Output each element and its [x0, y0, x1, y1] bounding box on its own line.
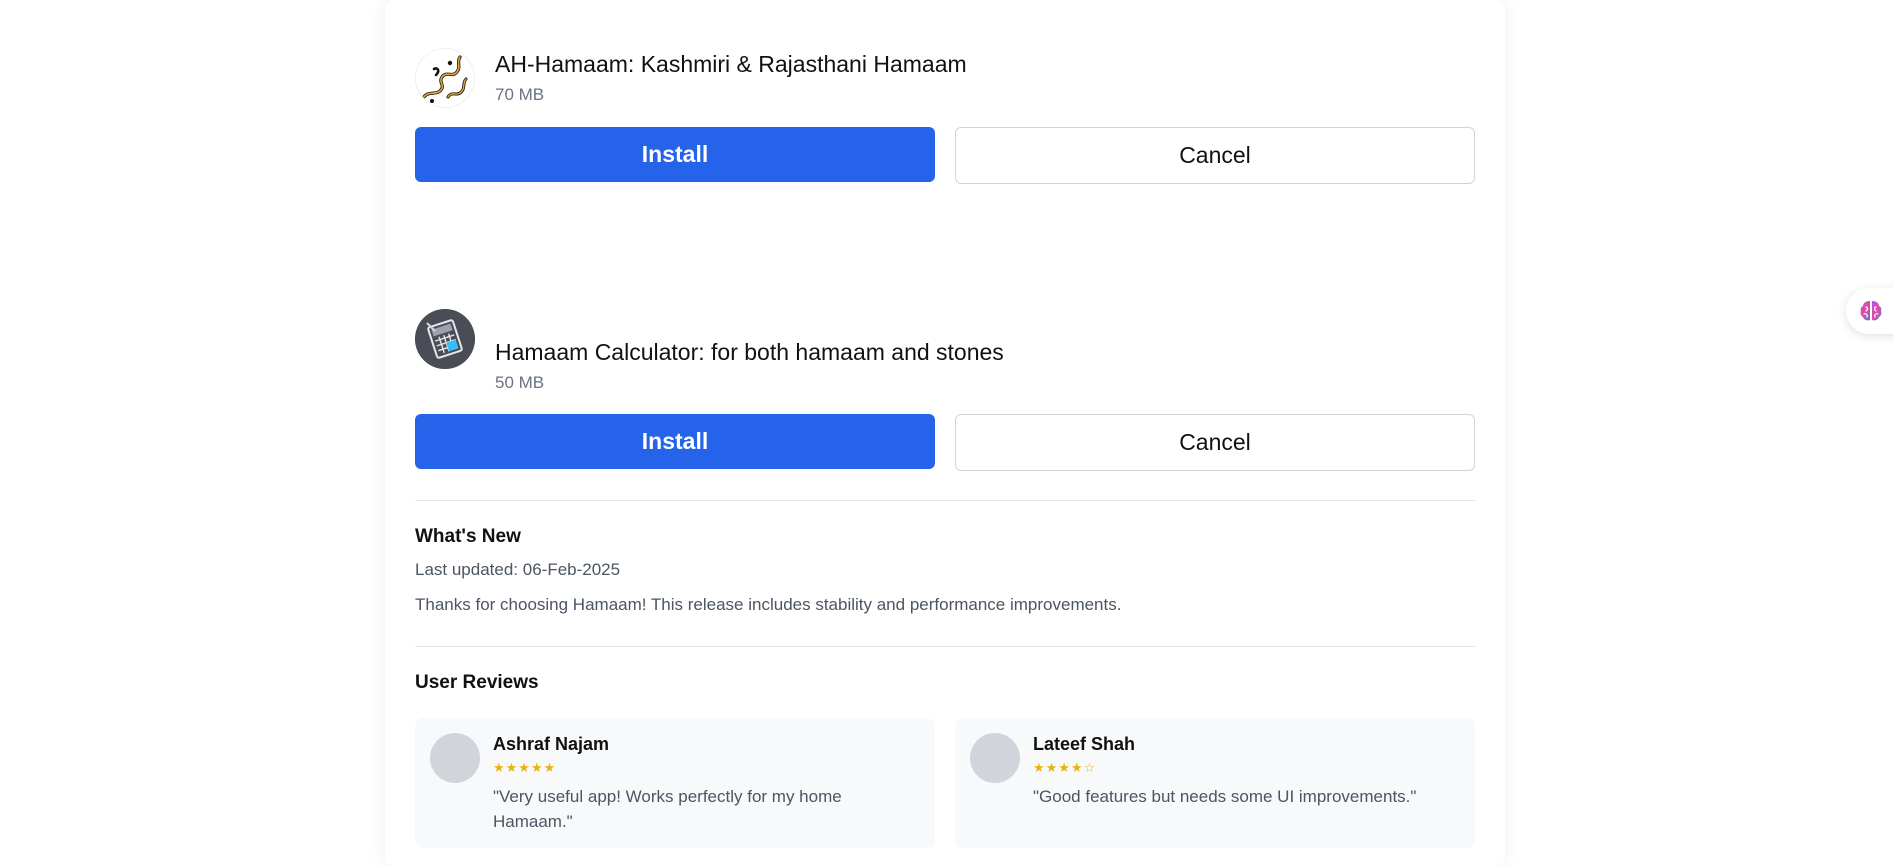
review-card: Lateef Shah ★★★★☆ "Good features but nee… — [955, 718, 1475, 848]
app-header: AH-Hamaam: Kashmiri & Rajasthani Hamaam … — [415, 48, 1476, 110]
user-reviews-title: User Reviews — [415, 672, 539, 693]
divider — [415, 646, 1476, 647]
calculator-logo-icon — [415, 309, 475, 369]
calligraphy-logo-icon — [415, 48, 475, 108]
app-title: AH-Hamaam: Kashmiri & Rajasthani Hamaam — [495, 51, 967, 77]
reviewer-name: Lateef Shah — [1033, 734, 1136, 754]
star-rating: ★★★★☆ — [1033, 760, 1097, 775]
cancel-button[interactable]: Cancel — [955, 127, 1475, 184]
install-button[interactable]: Install — [415, 414, 935, 469]
whats-new-title: What's New — [415, 526, 521, 547]
review-text: "Good features but needs some UI improve… — [1033, 787, 1417, 806]
install-button[interactable]: Install — [415, 127, 935, 182]
app-size: 70 MB — [495, 85, 545, 104]
app-size: 50 MB — [495, 373, 545, 392]
brain-icon — [1858, 298, 1884, 324]
app-details-card: AH-Hamaam: Kashmiri & Rajasthani Hamaam … — [385, 0, 1505, 866]
reviewer-name: Ashraf Najam — [493, 734, 610, 754]
divider — [415, 500, 1476, 501]
review-text: "Very useful app! Works perfectly for my… — [493, 787, 842, 831]
cancel-button[interactable]: Cancel — [955, 414, 1475, 471]
avatar — [970, 733, 1020, 783]
release-notes-text: Thanks for choosing Hamaam! This release… — [415, 595, 1122, 614]
star-rating: ★★★★★ — [493, 760, 557, 775]
app-title: Hamaam Calculator: for both hamaam and s… — [495, 339, 1004, 365]
app-header: Hamaam Calculator: for both hamaam and s… — [415, 309, 1476, 392]
avatar — [430, 733, 480, 783]
review-card: Ashraf Najam ★★★★★ "Very useful app! Wor… — [415, 718, 935, 848]
assistant-bubble-button[interactable] — [1846, 288, 1893, 334]
last-updated-text: Last updated: 06-Feb-2025 — [415, 560, 621, 579]
